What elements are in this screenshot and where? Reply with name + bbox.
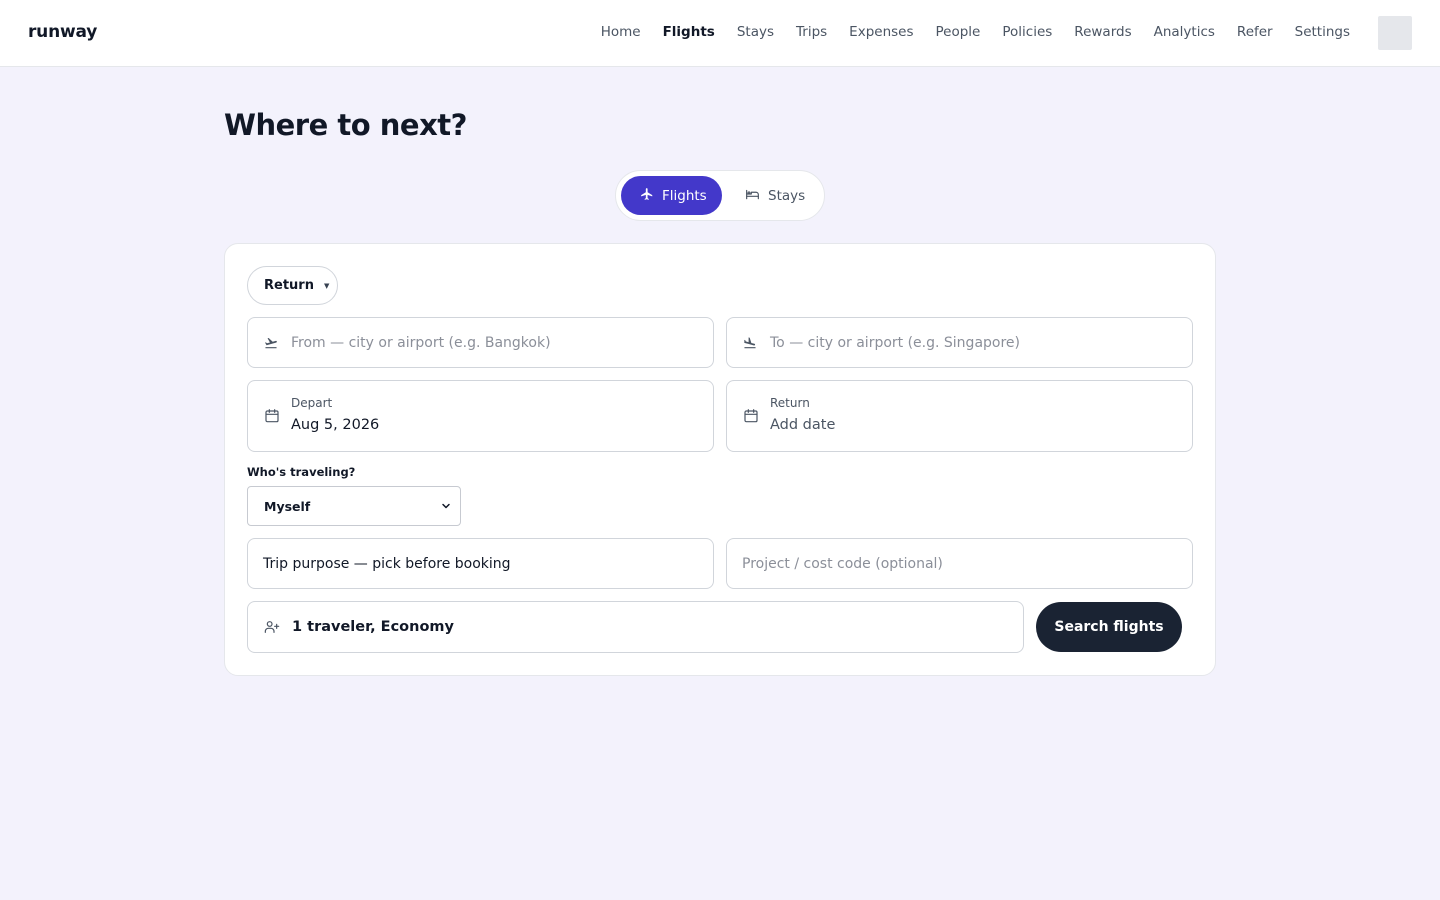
depart-value: Aug 5, 2026 — [291, 417, 380, 433]
nav-item-policies[interactable]: Policies — [1002, 24, 1052, 40]
bed-icon — [745, 187, 760, 205]
top-bar: runway Home Flights Stays Trips Expenses… — [0, 0, 1440, 67]
return-value: Add date — [770, 417, 836, 433]
depart-date-field[interactable]: Depart Aug 5, 2026 — [247, 380, 714, 452]
who-traveling-select[interactable]: Myself — [247, 486, 461, 526]
user-plus-icon — [264, 619, 280, 635]
travelers-class-value: 1 traveler, Economy — [292, 619, 454, 635]
mode-switch: Flights Stays — [615, 170, 825, 221]
nav-item-stays[interactable]: Stays — [737, 24, 774, 40]
return-date-field[interactable]: Return Add date — [726, 380, 1193, 452]
to-placeholder: To — city or airport (e.g. Singapore) — [770, 334, 1020, 351]
trip-type-dropdown[interactable]: Return ▼ — [247, 266, 338, 305]
plane-takeoff-icon — [264, 336, 278, 350]
avatar[interactable] — [1378, 16, 1412, 50]
return-label: Return — [770, 396, 810, 410]
page-title: Where to next? — [224, 108, 467, 142]
nav-item-home[interactable]: Home — [601, 24, 641, 40]
main-nav: Home Flights Stays Trips Expenses People… — [579, 24, 1350, 40]
trip-purpose-field[interactable]: Trip purpose — pick before booking — [247, 538, 714, 589]
mode-stays-label: Stays — [768, 187, 806, 204]
nav-item-people[interactable]: People — [936, 24, 981, 40]
flight-search-card: Return ▼ From — city or airport (e.g. Ba… — [224, 243, 1216, 676]
from-input[interactable]: From — city or airport (e.g. Bangkok) — [247, 317, 714, 368]
plane-icon — [640, 187, 654, 205]
calendar-icon — [743, 408, 759, 424]
chevron-down-icon — [440, 500, 452, 515]
mode-flights-label: Flights — [662, 187, 707, 204]
to-input[interactable]: To — city or airport (e.g. Singapore) — [726, 317, 1193, 368]
brand-logo[interactable]: runway — [28, 22, 97, 42]
travelers-class-field[interactable]: 1 traveler, Economy — [247, 601, 1024, 653]
trip-purpose-value: Trip purpose — pick before booking — [263, 555, 511, 572]
mode-stays-button[interactable]: Stays — [743, 176, 819, 215]
calendar-icon — [264, 408, 280, 424]
nav-item-refer[interactable]: Refer — [1237, 24, 1273, 40]
search-flights-button[interactable]: Search flights — [1036, 602, 1182, 652]
caret-down-icon: ▼ — [323, 281, 330, 290]
from-placeholder: From — city or airport (e.g. Bangkok) — [291, 334, 551, 351]
depart-label: Depart — [291, 396, 333, 410]
project-code-input[interactable]: Project / cost code (optional) — [726, 538, 1193, 589]
who-traveling-label: Who's traveling? — [247, 465, 356, 479]
trip-type-value: Return — [264, 278, 314, 293]
nav-item-settings[interactable]: Settings — [1295, 24, 1350, 40]
nav-item-analytics[interactable]: Analytics — [1154, 24, 1215, 40]
nav-item-trips[interactable]: Trips — [796, 24, 827, 40]
plane-landing-icon — [743, 336, 757, 350]
who-traveling-value: Myself — [264, 498, 311, 514]
project-code-placeholder: Project / cost code (optional) — [742, 555, 943, 572]
mode-flights-button[interactable]: Flights — [621, 176, 722, 215]
nav-item-rewards[interactable]: Rewards — [1074, 24, 1131, 40]
nav-item-flights[interactable]: Flights — [663, 24, 715, 40]
nav-item-expenses[interactable]: Expenses — [849, 24, 913, 40]
